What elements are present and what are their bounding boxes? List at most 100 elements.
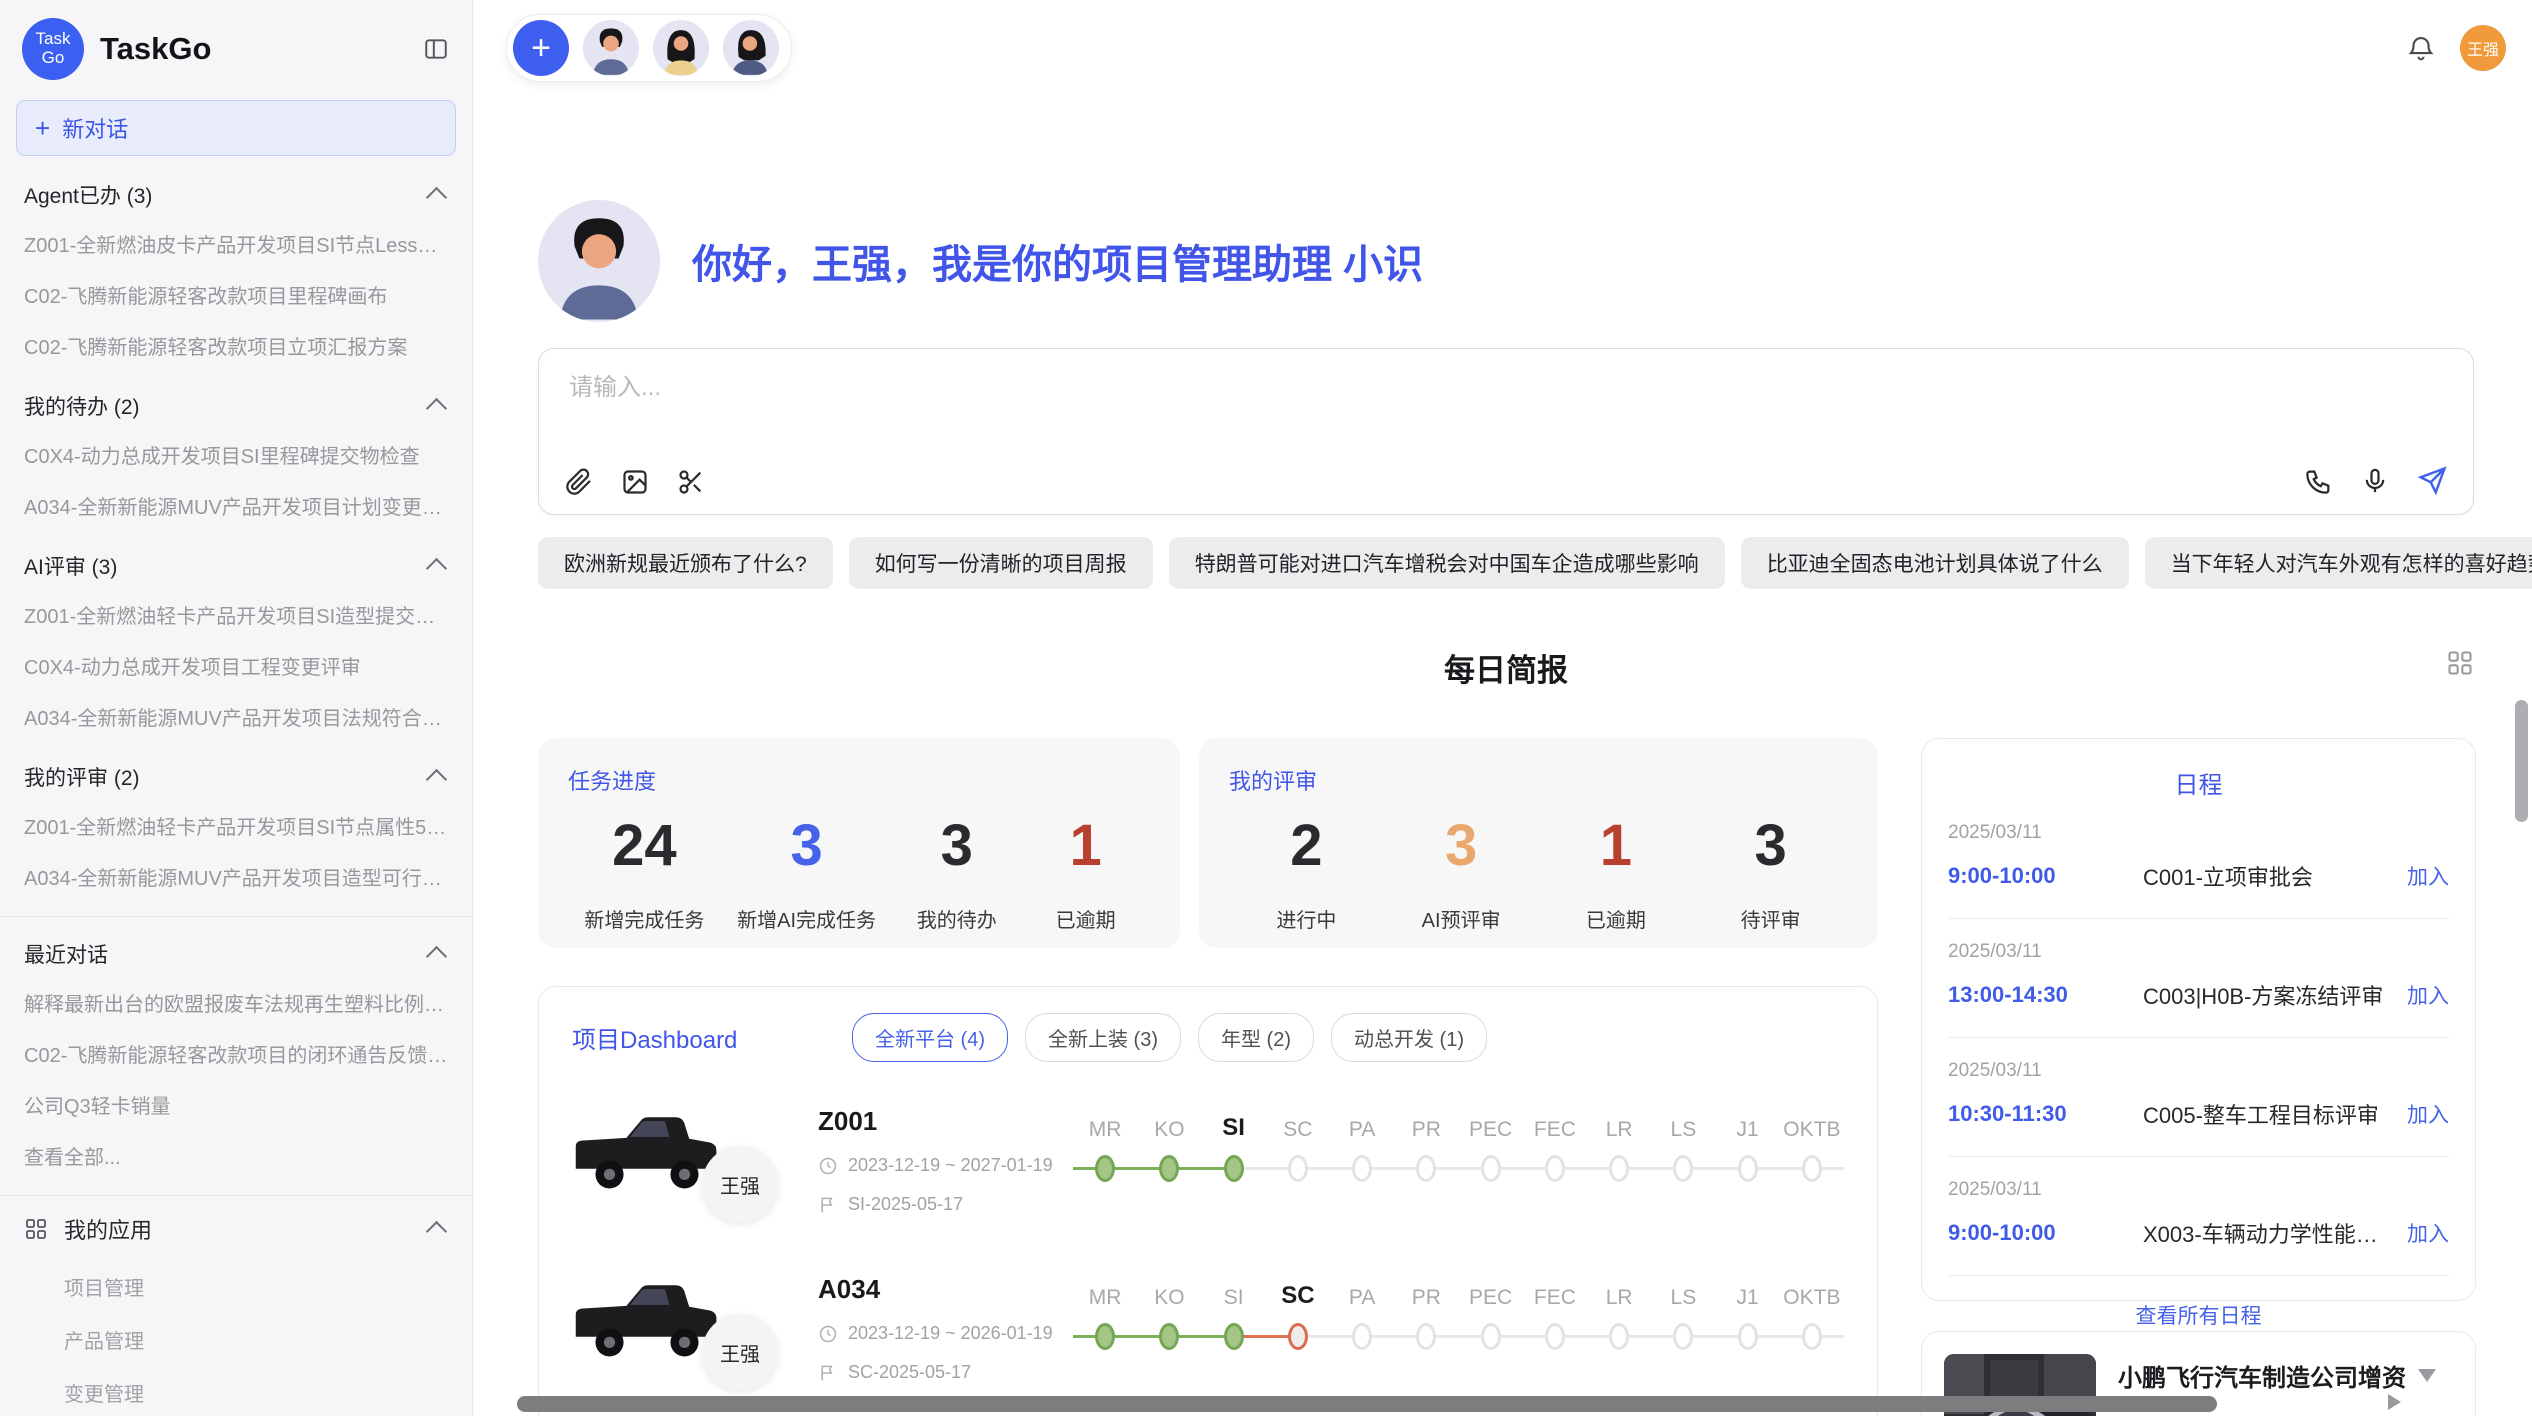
stat-value: 3 xyxy=(790,814,822,878)
sidebar-item[interactable]: C02-飞腾新能源轻客改款项目里程碑画布 xyxy=(0,269,472,320)
sidebar-item-change-mgmt[interactable]: 变更管理 xyxy=(0,1366,472,1416)
milestone-si-current: SI xyxy=(1202,1106,1266,1188)
join-link[interactable]: 加入 xyxy=(2407,980,2449,1010)
project-row[interactable]: 王强 A034 2023-12-19 ~ 2026-01-19 SC-2025-… xyxy=(572,1270,1844,1398)
sidebar-header: Task Go TaskGo xyxy=(0,0,472,90)
sidebar-item-my-apps[interactable]: 我的应用 xyxy=(0,1198,472,1260)
truck-image xyxy=(572,1270,722,1366)
news-title: 小鹏飞行汽车制造公司增资 xyxy=(2118,1358,2453,1393)
suggestion-chip[interactable]: 当下年轻人对汽车外观有怎样的喜好趋势 xyxy=(2145,537,2532,589)
join-link[interactable]: 加入 xyxy=(2407,1099,2449,1129)
group-title: 我的评审 (2) xyxy=(24,762,140,792)
stat-ai-pre-review: 3 AI预评审 xyxy=(1413,814,1509,933)
sidebar-group-recent[interactable]: 最近对话 xyxy=(0,919,472,977)
sidebar: Task Go TaskGo + 新对话 Agent已办 (3) Z001-全新… xyxy=(0,0,473,1416)
milestone-pec: PEC xyxy=(1459,1274,1523,1356)
sidebar-item[interactable]: Z001-全新燃油皮卡产品开发项目SI节点Lesson Learn报告 xyxy=(0,218,472,269)
sidebar-item[interactable]: A034-全新新能源MUV产品开发项目造型可行性评审 xyxy=(0,851,472,902)
sidebar-item-product-mgmt[interactable]: 产品管理 xyxy=(0,1313,472,1366)
sidebar-item[interactable]: A034-全新新能源MUV产品开发项目法规符合性评审 xyxy=(0,691,472,742)
view-all-schedule-link[interactable]: 查看所有日程 xyxy=(1948,1300,2449,1330)
assistant-avatar-3[interactable] xyxy=(723,20,779,76)
milestone-si: SI xyxy=(1202,1274,1266,1356)
milestone-lr: LR xyxy=(1587,1106,1651,1188)
project-row[interactable]: 王强 Z001 2023-12-19 ~ 2027-01-19 SI-2025-… xyxy=(572,1102,1844,1230)
microphone-icon[interactable] xyxy=(2361,467,2389,495)
send-icon[interactable] xyxy=(2417,466,2447,496)
assistant-switcher: + xyxy=(506,14,792,82)
suggestion-chip[interactable]: 如何写一份清晰的项目周报 xyxy=(849,537,1153,589)
new-chat-button[interactable]: + 新对话 xyxy=(16,100,456,156)
sidebar-item[interactable]: C0X4-动力总成开发项目SI里程碑提交物检查 xyxy=(0,429,472,480)
sidebar-group-agent-done[interactable]: Agent已办 (3) xyxy=(0,160,472,218)
scroll-down-arrow-icon[interactable] xyxy=(2418,1369,2436,1382)
sidebar-item[interactable]: C0X4-动力总成开发项目工程变更评审 xyxy=(0,640,472,691)
sidebar-item[interactable]: C02-飞腾新能源轻客改款项目立项汇报方案 xyxy=(0,320,472,371)
sidebar-item[interactable]: 公司Q3轻卡销量 xyxy=(0,1079,472,1130)
sidebar-group-ai-review[interactable]: AI评审 (3) xyxy=(0,531,472,589)
image-icon[interactable] xyxy=(621,468,649,496)
add-assistant-button[interactable]: + xyxy=(513,20,569,76)
filter-year-model[interactable]: 年型 (2) xyxy=(1198,1013,1314,1062)
filter-all-new-platform[interactable]: 全新平台 (4) xyxy=(852,1013,1008,1062)
join-link[interactable]: 加入 xyxy=(2407,861,2449,891)
filter-new-bodywork[interactable]: 全新上装 (3) xyxy=(1025,1013,1181,1062)
milestone-fec: FEC xyxy=(1523,1274,1587,1356)
milestone-oktb: OKTB xyxy=(1780,1274,1844,1356)
schedule-card: 日程 2025/03/11 9:00-10:00 C001-立项审批会 加入 2… xyxy=(1921,738,2476,1301)
stat-label: AI预评审 xyxy=(1422,904,1501,933)
chevron-up-icon[interactable] xyxy=(426,769,447,790)
scissors-icon[interactable] xyxy=(677,468,705,496)
milestone-pr: PR xyxy=(1394,1106,1458,1188)
vertical-scrollbar[interactable] xyxy=(2515,700,2528,822)
clock-icon xyxy=(818,1156,838,1176)
project-node: SC-2025-05-17 xyxy=(848,1362,971,1383)
suggestion-chip[interactable]: 特朗普可能对进口汽车增税会对中国车企造成哪些影响 xyxy=(1169,537,1725,589)
phone-icon[interactable] xyxy=(2305,467,2333,495)
chevron-up-icon[interactable] xyxy=(426,187,447,208)
user-avatar[interactable]: 王强 xyxy=(2460,25,2506,71)
sidebar-item[interactable]: C02-飞腾新能源轻客改款项目的闭环通告反馈情况 xyxy=(0,1028,472,1079)
sidebar-group-my-todo[interactable]: 我的待办 (2) xyxy=(0,371,472,429)
stat-label: 新增AI完成任务 xyxy=(737,904,876,933)
filter-powertrain[interactable]: 动总开发 (1) xyxy=(1331,1013,1487,1062)
schedule-entry: 2025/03/11 9:00-10:00 C001-立项审批会 加入 xyxy=(1948,800,2449,919)
collapse-sidebar-icon[interactable] xyxy=(422,36,450,62)
flag-icon xyxy=(818,1363,838,1383)
app-title: TaskGo xyxy=(100,31,422,67)
sidebar-item-view-all[interactable]: 查看全部... xyxy=(0,1130,472,1181)
sidebar-item[interactable]: Z001-全新燃油轻卡产品开发项目SI节点属性5D文件评审 xyxy=(0,800,472,851)
card-title: 任务进度 xyxy=(568,764,1150,796)
stat-label: 已逾期 xyxy=(1056,904,1116,933)
assistant-avatar-1[interactable] xyxy=(583,20,639,76)
schedule-title: 日程 xyxy=(1948,765,2449,800)
attachment-icon[interactable] xyxy=(565,468,593,496)
sidebar-item[interactable]: 解释最新出台的欧盟报废车法规再生塑料比例被调至15%... xyxy=(0,977,472,1028)
scroll-right-arrow-icon[interactable] xyxy=(2388,1394,2401,1410)
layout-grid-icon[interactable] xyxy=(2446,649,2474,682)
horizontal-scrollbar[interactable] xyxy=(517,1396,2217,1412)
join-link[interactable]: 加入 xyxy=(2407,1218,2449,1248)
suggestion-chip[interactable]: 欧洲新规最近颁布了什么? xyxy=(538,537,833,589)
topbar-right: 王强 xyxy=(2406,25,2506,71)
sidebar-group-my-review[interactable]: 我的评审 (2) xyxy=(0,742,472,800)
sidebar-item-project-mgmt[interactable]: 项目管理 xyxy=(0,1260,472,1313)
milestone-j1: J1 xyxy=(1716,1274,1780,1356)
assistant-avatar-2[interactable] xyxy=(653,20,709,76)
stat-in-progress: 2 进行中 xyxy=(1258,814,1354,933)
chevron-up-icon[interactable] xyxy=(426,1221,447,1242)
notification-bell-icon[interactable] xyxy=(2406,33,2436,63)
chevron-up-icon[interactable] xyxy=(426,946,447,967)
group-title: Agent已办 (3) xyxy=(24,180,152,210)
chevron-up-icon[interactable] xyxy=(426,398,447,419)
milestone-pa: PA xyxy=(1330,1274,1394,1356)
chevron-up-icon[interactable] xyxy=(426,558,447,579)
sidebar-scroll-area[interactable]: Agent已办 (3) Z001-全新燃油皮卡产品开发项目SI节点Lesson … xyxy=(0,160,472,1416)
chat-input[interactable] xyxy=(567,373,1925,403)
sidebar-item[interactable]: Z001-全新燃油轻卡产品开发项目SI造型提交物评审 xyxy=(0,589,472,640)
stats-row: 任务进度 24 新增完成任务 3 新增AI完成任务 3 xyxy=(538,738,1878,948)
stat-overdue: 1 已逾期 xyxy=(1568,814,1664,933)
suggestion-chip[interactable]: 比亚迪全固态电池计划具体说了什么 xyxy=(1741,537,2129,589)
schedule-time: 9:00-10:00 xyxy=(1948,863,2143,889)
sidebar-item[interactable]: A034-全新新能源MUV产品开发项目计划变更类编写 xyxy=(0,480,472,531)
